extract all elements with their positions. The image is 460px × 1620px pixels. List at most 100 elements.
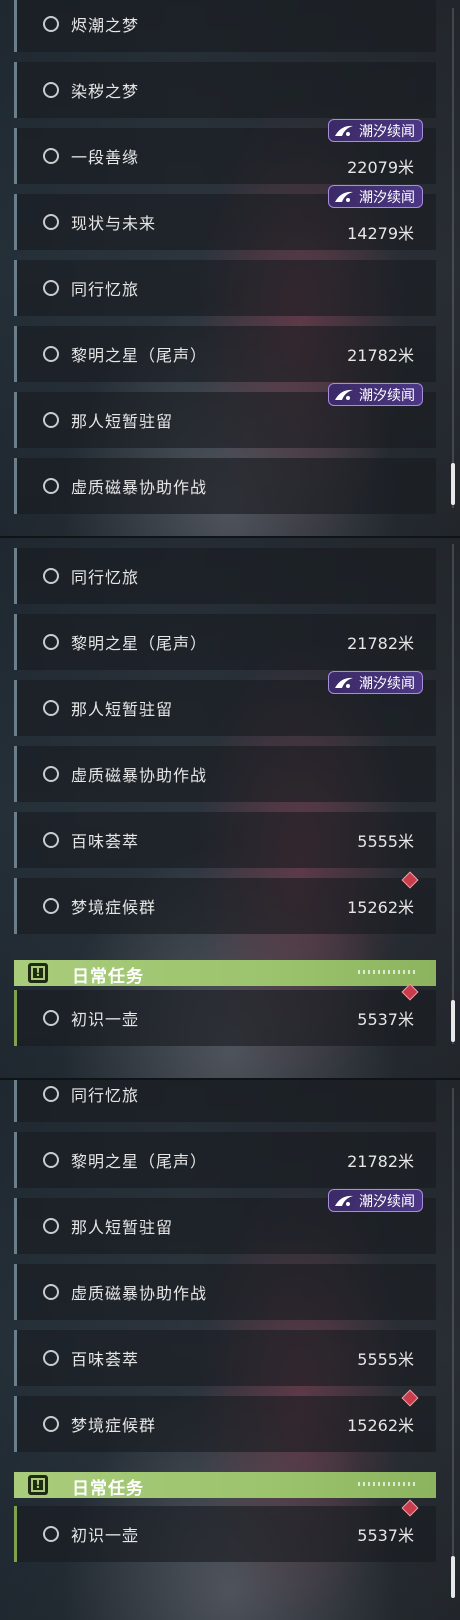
quest-row[interactable]: 烬潮之梦 (14, 0, 436, 52)
quest-title: 百味荟萃 (71, 832, 140, 851)
quest-row[interactable]: 同行忆旅 (14, 260, 436, 316)
quest-row[interactable]: 梦境症候群 15262米 (14, 871, 436, 934)
quest-row[interactable]: 染秽之梦 (14, 62, 436, 118)
quest-row[interactable]: 一段善缘 潮汐续闻 22079米 (14, 119, 436, 184)
quest-title: 染秽之梦 (71, 82, 140, 101)
quest-status-circle-icon (43, 700, 59, 716)
section-title: 日常任务 (72, 1479, 144, 1499)
daily-quest-row[interactable]: 初识一壶 5537米 (14, 1499, 436, 1562)
quest-row[interactable]: 那人短暂驻留 潮汐续闻 (14, 1189, 436, 1254)
quest-distance: 21782米 (347, 1152, 414, 1171)
tide-story-icon (335, 191, 353, 202)
tide-story-badge: 潮汐续闻 (328, 185, 423, 208)
quest-status-circle-icon (43, 568, 59, 584)
quest-list-panel: 同行忆旅 黎明之星（尾声） 21782米 那人短暂驻留 潮汐续闻 虚质磁暴协助作… (0, 1080, 460, 1620)
quest-title: 那人短暂驻留 (71, 412, 174, 431)
quest-title: 黎明之星（尾声） (71, 634, 208, 653)
badge-label: 潮汐续闻 (359, 387, 415, 404)
quest-distance: 5555米 (357, 832, 414, 851)
quest-status-circle-icon (43, 346, 59, 362)
quest-title: 一段善缘 (71, 148, 140, 167)
tracked-marker-icon (401, 1499, 419, 1517)
section-header-daily[interactable]: 日常任务 (14, 1472, 436, 1499)
quest-status-circle-icon (43, 16, 59, 32)
scrollbar[interactable] (451, 544, 455, 1044)
quest-row[interactable]: 现状与未来 潮汐续闻 14279米 (14, 185, 436, 250)
quest-status-circle-icon (43, 832, 59, 848)
alert-icon (28, 1475, 48, 1495)
badge-label: 潮汐续闻 (359, 1193, 415, 1210)
quest-row[interactable]: 黎明之星（尾声） 21782米 (14, 614, 436, 670)
quest-list-panel: 同行忆旅 黎明之星（尾声） 21782米 那人短暂驻留 潮汐续闻 虚质磁暴协助作… (0, 538, 460, 1080)
badge-label: 潮汐续闻 (359, 189, 415, 206)
quest-title: 黎明之星（尾声） (71, 1152, 208, 1171)
quest-title: 初识一壶 (71, 1010, 140, 1029)
quest-title: 梦境症候群 (71, 1416, 157, 1435)
quest-distance: 5537米 (357, 1526, 414, 1545)
tide-story-icon (335, 677, 353, 688)
tide-story-icon (335, 1195, 353, 1206)
scrollbar[interactable] (451, 8, 455, 508)
quest-row[interactable]: 那人短暂驻留 潮汐续闻 (14, 383, 436, 448)
quest-distance: 5555米 (357, 1350, 414, 1369)
section-decoration (358, 1482, 418, 1486)
quest-distance: 21782米 (347, 634, 414, 653)
quest-title: 梦境症候群 (71, 898, 157, 917)
scrollbar-thumb[interactable] (451, 1000, 455, 1042)
quest-status-circle-icon (43, 634, 59, 650)
tide-story-badge: 潮汐续闻 (328, 383, 423, 406)
alert-icon (28, 963, 48, 983)
quest-row[interactable]: 梦境症候群 15262米 (14, 1389, 436, 1452)
quest-title: 烬潮之梦 (71, 16, 140, 35)
section-header-daily[interactable]: 日常任务 (14, 960, 436, 987)
quest-list-panel: 烬潮之梦 染秽之梦 一段善缘 潮汐续闻 22079米 现状与未来 潮汐续闻 14… (0, 0, 460, 538)
scrollbar[interactable] (451, 1088, 455, 1598)
quest-row[interactable]: 黎明之星（尾声） 21782米 (14, 1132, 436, 1188)
quest-row[interactable]: 同行忆旅 (14, 1080, 436, 1122)
quest-title: 虚质磁暴协助作战 (71, 1284, 208, 1303)
quest-title: 那人短暂驻留 (71, 1218, 174, 1237)
daily-quest-row[interactable]: 初识一壶 5537米 (14, 983, 436, 1046)
quest-title: 那人短暂驻留 (71, 700, 174, 719)
quest-row[interactable]: 虚质磁暴协助作战 (14, 746, 436, 802)
quest-status-circle-icon (43, 898, 59, 914)
tracked-marker-icon (401, 871, 419, 889)
quest-status-circle-icon (43, 148, 59, 164)
quest-status-circle-icon (43, 1152, 59, 1168)
quest-row[interactable]: 那人短暂驻留 潮汐续闻 (14, 671, 436, 736)
quest-row[interactable]: 虚质磁暴协助作战 (14, 458, 436, 514)
quest-status-circle-icon (43, 1284, 59, 1300)
quest-title: 百味荟萃 (71, 1350, 140, 1369)
quest-status-circle-icon (43, 1526, 59, 1542)
quest-row[interactable]: 百味荟萃 5555米 (14, 812, 436, 868)
quest-distance: 15262米 (347, 1416, 414, 1435)
tracked-marker-icon (401, 1389, 419, 1407)
quest-status-circle-icon (43, 766, 59, 782)
quest-title: 同行忆旅 (71, 1086, 140, 1105)
quest-distance: 15262米 (347, 898, 414, 917)
quest-row[interactable]: 百味荟萃 5555米 (14, 1330, 436, 1386)
tide-story-badge: 潮汐续闻 (328, 1189, 423, 1212)
scrollbar-thumb[interactable] (451, 463, 455, 505)
quest-status-circle-icon (43, 1010, 59, 1026)
tide-story-badge: 潮汐续闻 (328, 671, 423, 694)
quest-status-circle-icon (43, 1350, 59, 1366)
tide-story-icon (335, 125, 353, 136)
quest-row[interactable]: 黎明之星（尾声） 21782米 (14, 326, 436, 382)
quest-status-circle-icon (43, 1086, 59, 1102)
quest-title: 虚质磁暴协助作战 (71, 766, 208, 785)
section-decoration (358, 970, 418, 974)
quest-title: 现状与未来 (71, 214, 157, 233)
section-title: 日常任务 (72, 967, 144, 987)
badge-label: 潮汐续闻 (359, 675, 415, 692)
scrollbar-thumb[interactable] (451, 1556, 455, 1598)
quest-row[interactable]: 同行忆旅 (14, 548, 436, 604)
quest-status-circle-icon (43, 214, 59, 230)
quest-distance: 5537米 (357, 1010, 414, 1029)
quest-title: 同行忆旅 (71, 568, 140, 587)
quest-distance: 22079米 (347, 158, 414, 177)
badge-label: 潮汐续闻 (359, 123, 415, 140)
quest-row[interactable]: 虚质磁暴协助作战 (14, 1264, 436, 1320)
quest-status-circle-icon (43, 412, 59, 428)
quest-status-circle-icon (43, 1218, 59, 1234)
